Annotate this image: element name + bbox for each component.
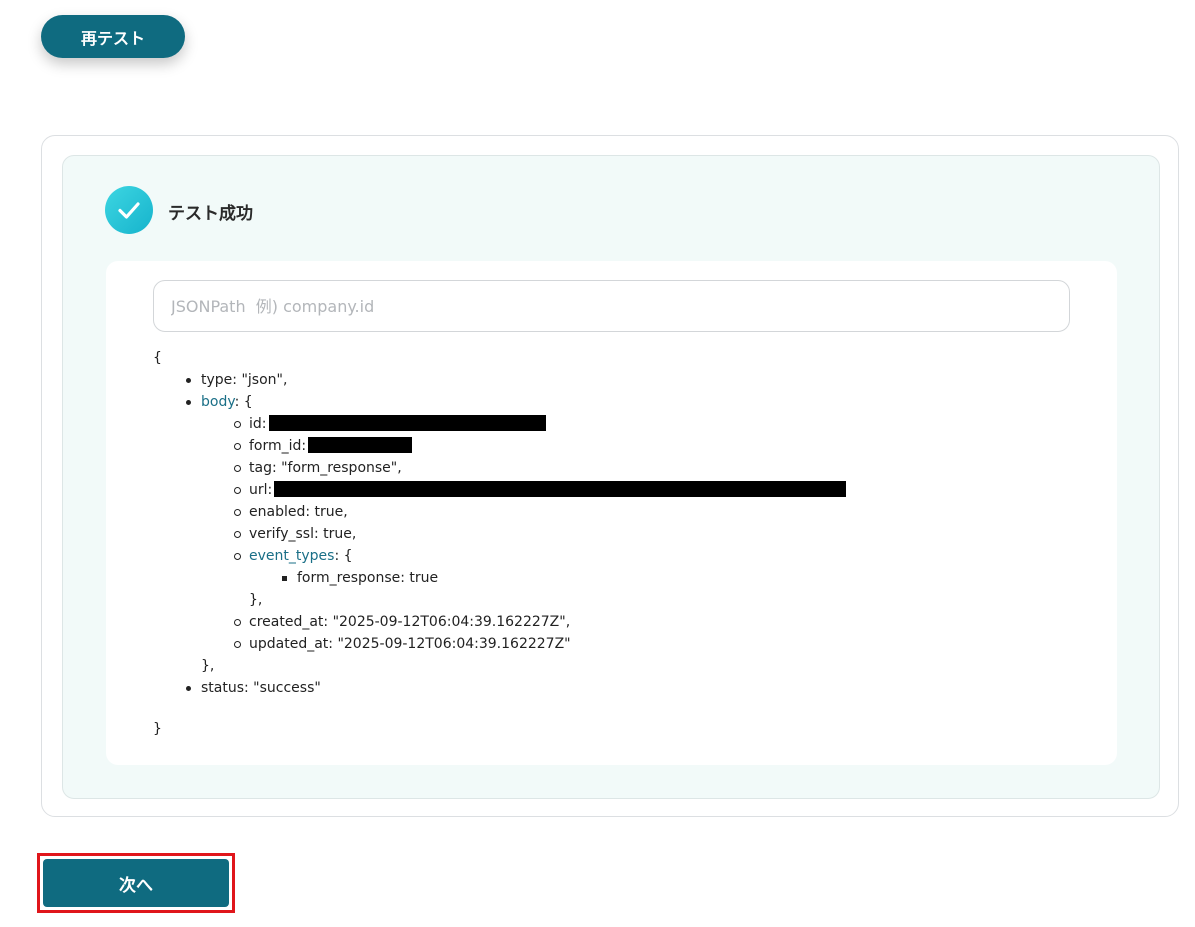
json-type-item: type: "json", xyxy=(185,369,846,391)
event-types-close: }, xyxy=(249,592,263,608)
json-output-box: { type: "json", body: { id: form_id: tag… xyxy=(106,261,1117,765)
redacted-url xyxy=(274,481,847,497)
json-verify-ssl-item: verify_ssl: true, xyxy=(233,523,846,545)
json-status-item: status: "success" xyxy=(185,677,846,699)
json-tree: { type: "json", body: { id: form_id: tag… xyxy=(153,347,847,740)
event-types-open: : { xyxy=(334,548,353,564)
form-id-label: form_id: xyxy=(249,438,307,454)
json-url-item: url: xyxy=(233,479,847,501)
jsonpath-input[interactable] xyxy=(153,280,1070,332)
url-label: url: xyxy=(249,482,273,498)
result-panel: テスト成功 { type: "json", body: { id: form_i… xyxy=(62,155,1160,799)
event-types-key-link[interactable]: event_types xyxy=(249,548,334,564)
next-button[interactable]: 次へ xyxy=(43,859,229,907)
json-open-brace: { xyxy=(153,350,162,366)
check-icon xyxy=(105,186,153,234)
json-updated-at-item: updated_at: "2025-09-12T06:04:39.162227Z… xyxy=(233,633,846,655)
json-form-response-item: form_response: true xyxy=(281,567,846,589)
json-body-item: body: { xyxy=(185,391,846,413)
test-result-card: テスト成功 { type: "json", body: { id: form_i… xyxy=(41,135,1179,817)
redacted-form-id xyxy=(308,437,413,453)
body-key-link[interactable]: body xyxy=(201,394,235,410)
json-enabled-item: enabled: true, xyxy=(233,501,846,523)
body-close: }, xyxy=(201,658,215,674)
body-open: : { xyxy=(234,394,253,410)
json-event-types-item: event_types: { xyxy=(233,545,846,567)
retest-button[interactable]: 再テスト xyxy=(41,15,185,58)
json-close-brace: } xyxy=(153,721,162,737)
redacted-id xyxy=(268,415,546,431)
json-tag-item: tag: "form_response", xyxy=(233,457,846,479)
id-label: id: xyxy=(249,416,267,432)
result-title: テスト成功 xyxy=(168,204,253,224)
json-created-at-item: created_at: "2025-09-12T06:04:39.162227Z… xyxy=(233,611,846,633)
next-button-highlight: 次へ xyxy=(37,853,235,913)
json-form-id-item: form_id: xyxy=(233,435,846,457)
json-id-item: id: xyxy=(233,413,846,435)
